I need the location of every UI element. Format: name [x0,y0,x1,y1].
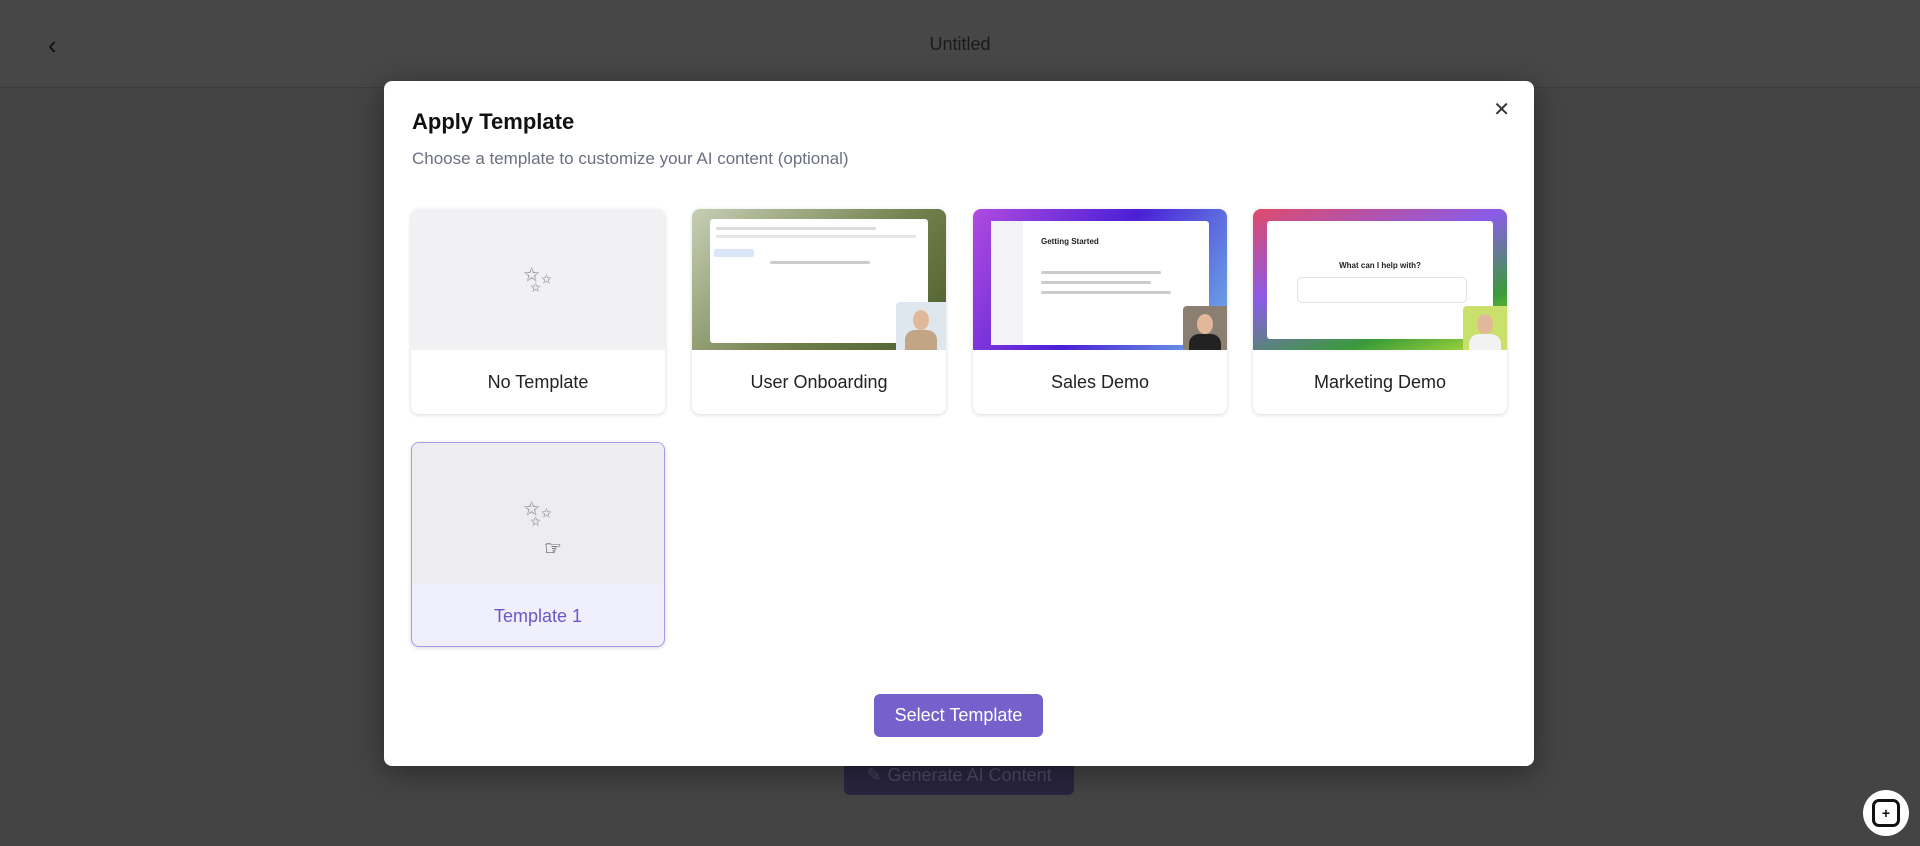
sales-demo-thumbnail: Getting Started [973,209,1227,350]
template-card-user-onboarding[interactable]: User Onboarding [692,209,946,414]
select-template-button[interactable]: Select Template [874,694,1043,737]
sparkle-icon: ✨︎ [523,258,553,299]
template-label: Template 1 [493,605,583,626]
thumb-heading: What can I help with? [1339,261,1421,270]
top-bar: ‹ Untitled [0,0,1920,88]
modal-subtitle: Choose a template to customize your AI c… [412,149,849,168]
template-card-marketing-demo[interactable]: What can I help with? Marketing Demo [1253,209,1507,414]
plus-square-icon: + [1872,799,1900,827]
thumb-heading: Getting Started [1041,237,1099,246]
sparkle-icon: ✨︎ [523,492,553,533]
template-card-sales-demo[interactable]: Getting Started Sales Demo [973,209,1227,414]
magic-wand-icon: ✎ [866,764,882,785]
template-label: Marketing Demo [1313,371,1447,392]
template-label: No Template [487,371,589,392]
template-card-template-1[interactable]: ✨︎ Template 1 [411,442,665,647]
document-title: Untitled [929,34,991,54]
modal-title: Apply Template [412,109,575,134]
template-label: User Onboarding [750,371,888,392]
close-icon[interactable]: ✕ [1493,97,1510,122]
template-card-no-template[interactable]: ✨︎ No Template [411,209,665,414]
apply-template-modal: ✕ Apply Template Choose a template to cu… [384,81,1534,766]
template-label: Sales Demo [1050,371,1150,392]
generate-label: Generate AI Content [887,764,1052,785]
user-onboarding-thumbnail [692,209,946,350]
hand-cursor-icon: ☞ [544,538,562,560]
marketing-demo-thumbnail: What can I help with? [1253,209,1507,350]
add-widget-button[interactable]: + [1863,790,1909,836]
